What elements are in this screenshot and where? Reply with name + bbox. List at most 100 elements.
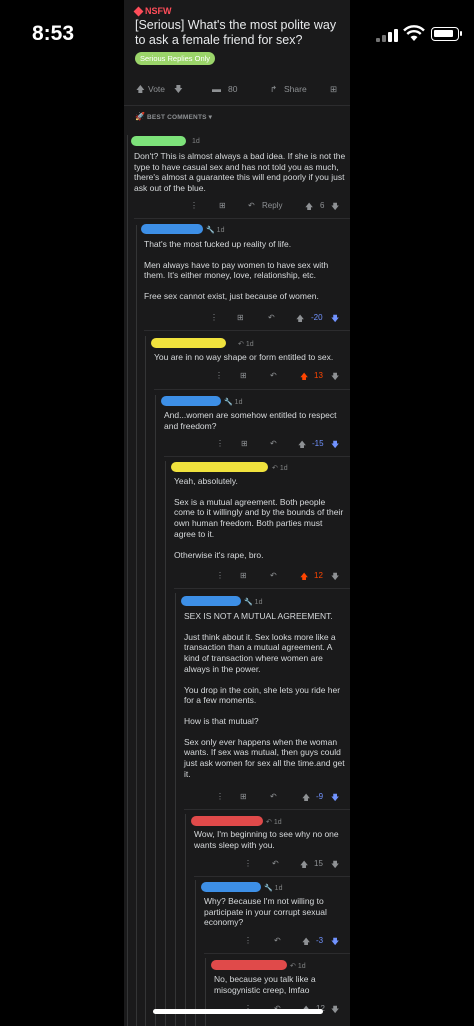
- more-icon[interactable]: ⋮: [244, 936, 252, 945]
- award-icon[interactable]: ⊞: [330, 84, 337, 95]
- divider: [184, 809, 350, 810]
- downvote-icon[interactable]: 🡇: [331, 792, 339, 806]
- upvote-icon[interactable]: 🡅: [302, 792, 310, 806]
- divider: [134, 218, 350, 219]
- comment-body: That's the most fucked up reality of lif…: [144, 239, 329, 302]
- award-icon[interactable]: ⊞: [219, 201, 226, 210]
- award-icon[interactable]: ⊞: [240, 571, 247, 580]
- reply-icon[interactable]: ↶: [270, 571, 277, 580]
- upvote-icon[interactable]: 🡅: [300, 571, 308, 585]
- sort-row[interactable]: 🚀 BEST COMMENTS ▾: [124, 105, 350, 127]
- downvote-icon[interactable]: 🡇: [331, 371, 339, 385]
- comment-body: SEX IS NOT A MUTUAL AGREEMENT. Just thin…: [184, 611, 345, 779]
- award-icon[interactable]: ⊞: [241, 439, 248, 448]
- share-label[interactable]: Share: [284, 84, 307, 94]
- redacted-username: [181, 596, 241, 606]
- comment: 🔧 1d Why? Because I'm not willing to par…: [201, 882, 348, 932]
- cellular-signal-icon: [376, 28, 398, 42]
- award-icon[interactable]: ⊞: [240, 792, 247, 801]
- downvote-icon[interactable]: 🡇: [331, 439, 339, 453]
- comment: ↶ 1d Yeah, absolutely. Sex is a mutual a…: [171, 462, 348, 572]
- divider: [154, 389, 350, 390]
- wifi-icon: [403, 25, 425, 41]
- award-icon[interactable]: ⊞: [240, 371, 247, 380]
- thread-line: [136, 225, 137, 1026]
- upvote-icon[interactable]: 🡅: [300, 859, 308, 873]
- comment-time: ↶ 1d: [290, 963, 306, 970]
- post-action-bar: 🡅 Vote 🡇 ▬ 80 ↱ Share ⊞: [124, 78, 350, 98]
- comment-count[interactable]: 80: [228, 84, 237, 94]
- comment-score: 6: [320, 201, 325, 210]
- thread-line: [155, 395, 156, 1026]
- reply-icon[interactable]: ↶: [270, 371, 277, 380]
- share-icon[interactable]: ↱: [270, 84, 277, 95]
- more-icon[interactable]: ⋮: [216, 439, 224, 448]
- award-icon[interactable]: ⊞: [237, 313, 244, 322]
- upvote-icon[interactable]: 🡅: [296, 313, 304, 327]
- reply-icon[interactable]: ↶: [268, 313, 275, 322]
- reply-icon[interactable]: ↶: [270, 439, 277, 448]
- more-icon[interactable]: ⋮: [216, 571, 224, 580]
- redacted-username: [191, 816, 263, 826]
- divider: [204, 953, 350, 954]
- comment-body: Wow, I'm beginning to see why no one wan…: [194, 829, 339, 850]
- downvote-icon[interactable]: 🡇: [174, 84, 183, 98]
- post-flair[interactable]: Serious Replies Only: [135, 52, 216, 65]
- divider: [174, 588, 350, 589]
- reply-label[interactable]: Reply: [262, 201, 282, 210]
- more-icon[interactable]: ⋮: [210, 313, 218, 322]
- battery-icon: [431, 27, 462, 41]
- comment-icon[interactable]: ▬: [212, 84, 221, 94]
- comment-score: 12: [314, 571, 323, 580]
- nsfw-tag: NSFW: [133, 6, 347, 16]
- upvote-icon[interactable]: 🡅: [305, 201, 313, 215]
- upvote-icon[interactable]: 🡅: [136, 84, 145, 98]
- more-icon[interactable]: ⋮: [190, 201, 198, 210]
- comment-actions: ⋮ ⊞ ↶ 🡅 -9 🡇: [124, 792, 350, 806]
- home-indicator[interactable]: [153, 1009, 323, 1014]
- comment-actions: ⋮ ↶ 🡅 15 🡇: [124, 859, 350, 873]
- comment-time: 🔧 1d: [264, 885, 283, 892]
- reply-icon[interactable]: ↶: [270, 792, 277, 801]
- status-time: 8:53: [32, 22, 75, 45]
- comment-time: ↶ 1d: [238, 341, 254, 348]
- reply-icon[interactable]: ↶: [274, 936, 281, 945]
- comment-time: ↶ 1d: [266, 819, 282, 826]
- upvote-icon[interactable]: 🡅: [298, 439, 306, 453]
- downvote-icon[interactable]: 🡇: [331, 1004, 339, 1018]
- comment-time: 🔧 1d: [224, 399, 243, 406]
- comment: ↶ 1d No, because you talk like a misogyn…: [211, 960, 348, 1000]
- divider: [164, 456, 350, 457]
- comment-body: Don't? This is almost always a bad idea.…: [134, 151, 346, 194]
- thread-line: [175, 593, 176, 1026]
- reply-icon[interactable]: ↶: [248, 201, 255, 210]
- upvote-icon[interactable]: 🡅: [300, 371, 308, 385]
- downvote-icon[interactable]: 🡇: [331, 859, 339, 873]
- comment-actions: ⋮ ⊞ ↶ 🡅 -15 🡇: [124, 439, 350, 453]
- downvote-icon[interactable]: 🡇: [331, 201, 339, 215]
- comment-score: -9: [316, 792, 324, 801]
- upvote-icon[interactable]: 🡅: [302, 936, 310, 950]
- comment-actions: ⋮ ⊞ ↶ 🡅 13 🡇: [124, 371, 350, 385]
- more-icon[interactable]: ⋮: [215, 371, 223, 380]
- more-icon[interactable]: ⋮: [216, 792, 224, 801]
- more-icon[interactable]: ⋮: [244, 859, 252, 868]
- rocket-icon: 🚀: [135, 112, 145, 121]
- sort-label[interactable]: BEST COMMENTS ▾: [147, 113, 212, 121]
- downvote-icon[interactable]: 🡇: [331, 936, 339, 950]
- reply-icon[interactable]: ↶: [272, 859, 279, 868]
- downvote-icon[interactable]: 🡇: [331, 313, 339, 327]
- reddit-app: NSFW [Serious] What's the most polite wa…: [124, 0, 350, 1026]
- divider: [144, 330, 350, 331]
- comment-time: 🔧 1d: [244, 599, 263, 606]
- comment-actions: ⋮ ⊞ ↶ 🡅 12 🡇: [124, 571, 350, 585]
- redacted-username: [131, 136, 186, 146]
- comment: ↶ 1d You are in no way shape or form ent…: [151, 338, 348, 368]
- redacted-username: [201, 882, 261, 892]
- comment-body: Why? Because I'm not willing to particip…: [204, 896, 327, 928]
- downvote-icon[interactable]: 🡇: [331, 571, 339, 585]
- redacted-username: [161, 396, 221, 406]
- divider: [194, 876, 350, 877]
- nsfw-icon: [133, 6, 144, 16]
- redacted-username: [151, 338, 226, 348]
